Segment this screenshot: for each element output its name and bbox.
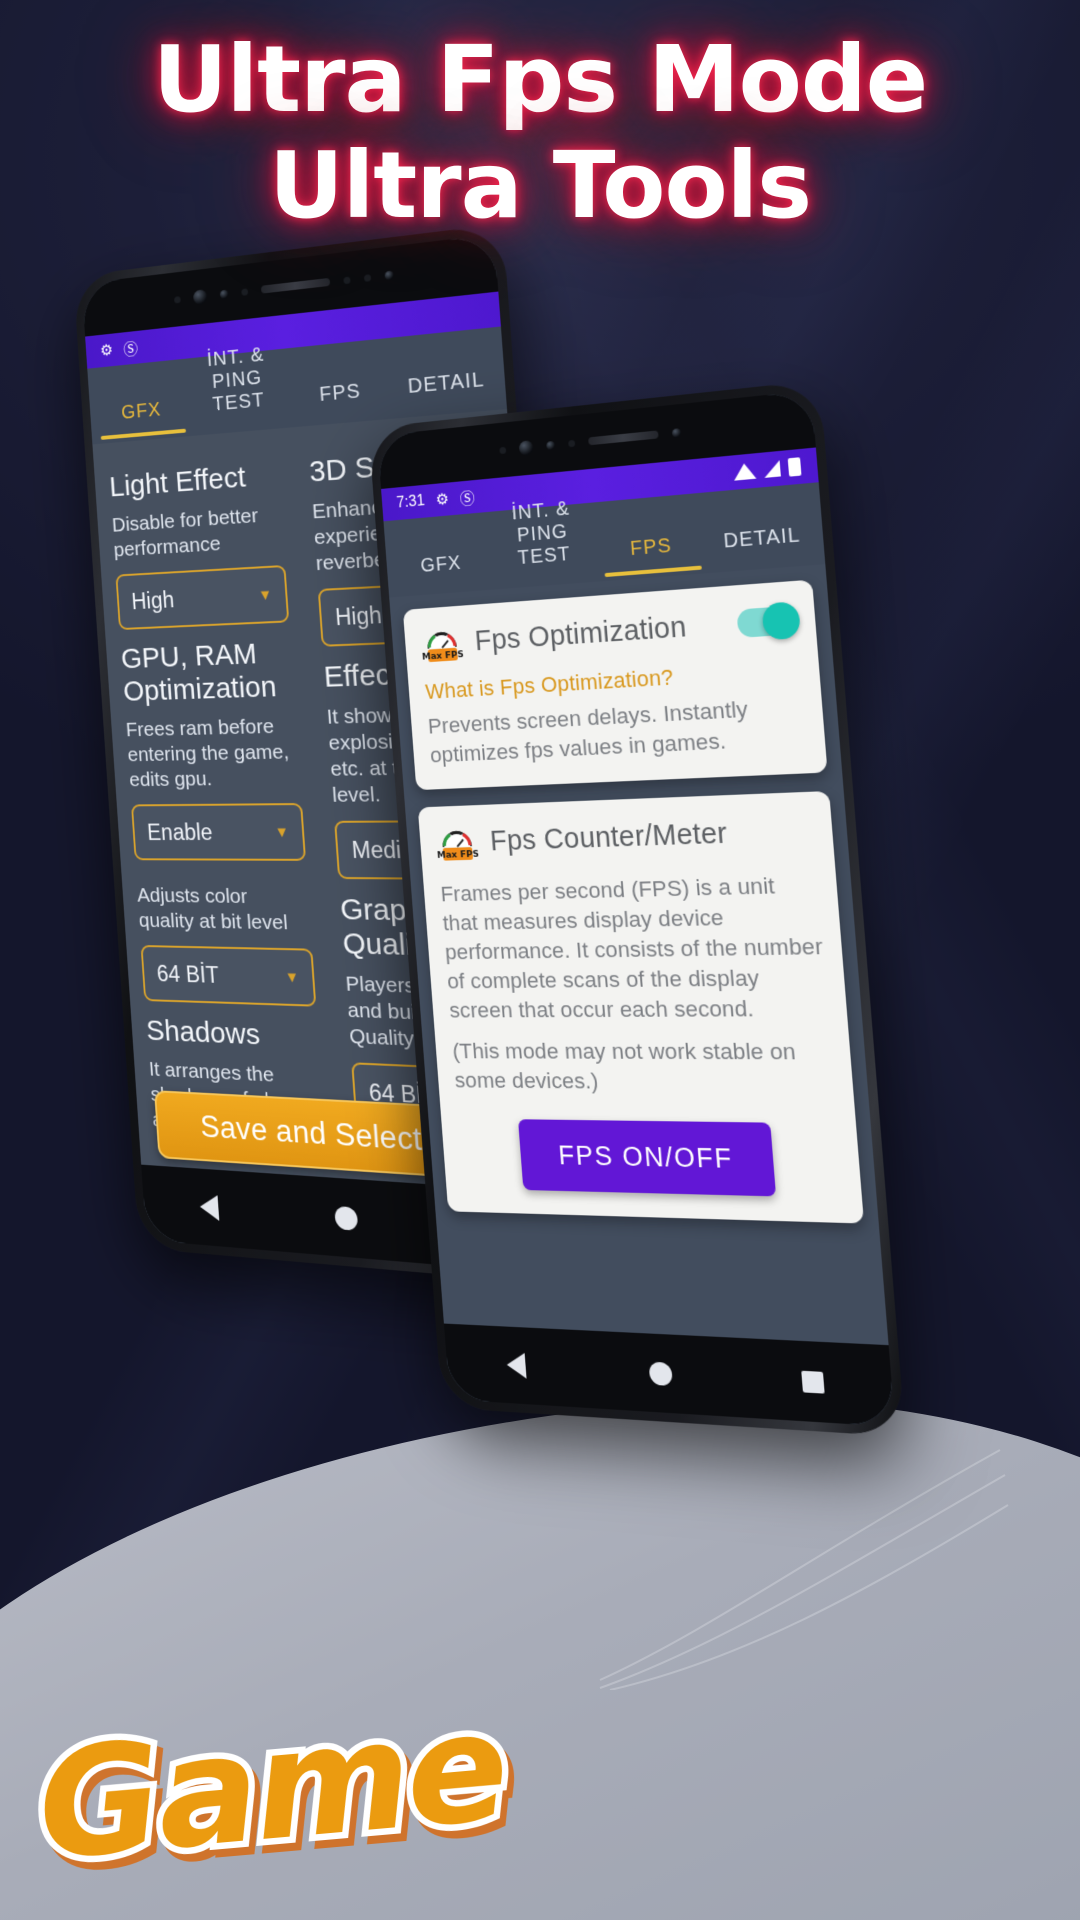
status-bar-time: 7:31: [395, 492, 426, 512]
tab-int-ping-test[interactable]: İNT. & PING TEST: [488, 496, 600, 590]
fps-on-off-button[interactable]: FPS ON/OFF: [517, 1119, 777, 1197]
headline-line-2: Ultra Tools: [269, 132, 812, 239]
tab-gfx[interactable]: GFX: [93, 396, 191, 444]
recent-apps-icon[interactable]: [801, 1370, 825, 1394]
back-icon[interactable]: [198, 1193, 219, 1221]
card-fps-optimization-title: Fps Optimization: [473, 610, 688, 657]
sensor-icon: [498, 446, 506, 454]
tab-gfx[interactable]: GFX: [390, 550, 494, 598]
battery-icon: [787, 457, 802, 477]
led-indicator-icon: [342, 276, 351, 284]
status-bar-right-icons: [732, 457, 802, 481]
back-icon[interactable]: [505, 1351, 527, 1379]
setting-desc-light-effect: Disable for better performance: [111, 504, 259, 562]
setting-value-light-effect: High: [130, 586, 175, 614]
card-fps-optimization-body: Prevents screen delays. Instantly optimi…: [427, 696, 749, 768]
card-fps-counter-header: Max FPS Fps Counter/Meter: [435, 808, 815, 865]
setting-title-light-effect: Light Effect: [108, 460, 247, 504]
tab-int-ping-label-2: PING TEST: [516, 520, 572, 570]
tab-fps[interactable]: FPS: [596, 532, 708, 582]
tab-fps-label: FPS: [629, 534, 673, 561]
setting-value-3d-sound: High: [334, 601, 383, 630]
tab-detail[interactable]: DETAIL: [705, 523, 821, 574]
tab-fps-label: FPS: [318, 380, 362, 406]
card-fps-counter-meter: Max FPS Fps Counter/Meter Frames per sec…: [417, 791, 865, 1224]
card-fps-optimization-header: Max FPS Fps Optimization: [420, 597, 802, 666]
setting-title-shadows: Shadows: [145, 1014, 261, 1052]
setting-desc-color-quality: Adjusts color quality at bit level: [136, 884, 289, 935]
game-wordmark: Game: [25, 1674, 518, 1901]
card-fps-optimization: Max FPS Fps Optimization What is Fps Opt…: [402, 579, 828, 791]
setting-desc-gpu-ram: Frees ram before entering the game, edit…: [125, 715, 290, 792]
iris-sensor-icon: [545, 440, 555, 451]
tab-detail-label: DETAIL: [406, 368, 486, 399]
shield-icon: Ⓢ: [123, 341, 139, 360]
phone-right-fps: 7:31 ⚙ Ⓢ GFX İNT. & PING TEST FPS DETAIL…: [368, 380, 906, 1437]
earpiece-speaker: [587, 430, 659, 446]
tab-detail-label: DETAIL: [722, 524, 802, 553]
svg-text:Max FPS: Max FPS: [422, 649, 464, 663]
tab-gfx-label: GFX: [120, 398, 163, 424]
headline-line-1: Ultra Fps Mode: [152, 26, 928, 133]
signal-icon: [763, 460, 781, 478]
iris-sensor-icon: [219, 289, 229, 299]
earpiece-speaker: [260, 277, 330, 294]
home-icon[interactable]: [648, 1361, 673, 1386]
setting-value-color-quality: 64 BİT: [155, 960, 220, 988]
setting-select-color-quality[interactable]: 64 BİT ▼: [140, 944, 317, 1007]
front-camera-icon: [518, 439, 534, 456]
fps-optimization-toggle[interactable]: [736, 601, 802, 641]
gear-icon: ⚙: [99, 342, 114, 360]
fps-tools-body: Max FPS Fps Optimization What is Fps Opt…: [389, 564, 896, 1427]
tab-int-ping-test[interactable]: İNT. & PING TEST: [186, 342, 291, 436]
card-fps-counter-body: Frames per second (FPS) is a unit that m…: [439, 873, 824, 1023]
light-sensor-icon: [363, 273, 371, 282]
tab-gfx-label: GFX: [419, 552, 463, 577]
max-fps-gauge-icon: Max FPS: [420, 621, 464, 666]
phone-right-screen: 7:31 ⚙ Ⓢ GFX İNT. & PING TEST FPS DETAIL…: [377, 390, 896, 1427]
chevron-down-icon: ▼: [274, 823, 290, 841]
do-not-disturb-icon: Ⓢ: [459, 490, 476, 509]
svg-text:Max FPS: Max FPS: [437, 849, 479, 861]
poster-headline: Ultra Fps Mode Ultra Tools: [0, 24, 1080, 236]
sensor-icon: [173, 295, 181, 304]
proximity-sensor-icon: [567, 439, 575, 447]
setting-select-gpu-ram[interactable]: Enable ▼: [131, 803, 307, 861]
poster-canvas: Ultra Fps Mode Ultra Tools ⚙ Ⓢ GFX İNT. …: [0, 0, 1080, 1920]
setting-select-light-effect[interactable]: High ▼: [115, 564, 290, 631]
card-fps-counter-title: Fps Counter/Meter: [489, 816, 729, 857]
front-camera-icon: [192, 288, 208, 305]
proximity-sensor-icon: [240, 287, 248, 296]
tab-fps[interactable]: FPS: [288, 377, 395, 427]
home-icon[interactable]: [334, 1205, 359, 1231]
gear-icon: ⚙: [435, 491, 450, 509]
secondary-camera-icon: [383, 270, 394, 281]
setting-value-gpu-ram: Enable: [146, 818, 214, 845]
toggle-knob: [761, 601, 802, 641]
card-fps-counter-note: (This mode may not work stable on some d…: [451, 1038, 797, 1094]
setting-title-gpu-ram: GPU, RAM Optimization: [120, 637, 278, 708]
chevron-down-icon: ▼: [284, 968, 300, 986]
wifi-icon: [732, 462, 757, 481]
chevron-down-icon: ▼: [257, 586, 273, 604]
max-fps-gauge-icon: Max FPS: [435, 821, 479, 865]
tab-int-ping-label-2: PING TEST: [211, 366, 266, 416]
secondary-camera-icon: [671, 427, 681, 438]
